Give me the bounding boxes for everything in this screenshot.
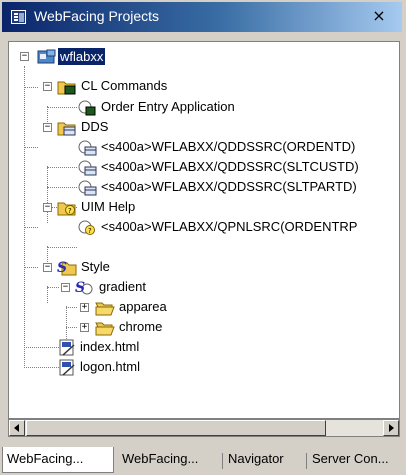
dds-member-icon xyxy=(78,140,97,156)
dds-member-icon xyxy=(78,180,97,196)
tree-item-apparea[interactable]: + apparea xyxy=(9,297,399,317)
arrow-left-icon xyxy=(14,424,19,432)
tree-item-gradient[interactable]: − S gradient xyxy=(9,277,399,297)
collapse-icon[interactable]: − xyxy=(43,263,52,272)
tree-item-label: DDS xyxy=(81,119,109,134)
uim-member-icon: ? xyxy=(78,220,95,235)
tree-item-cl-commands[interactable]: − CL Commands xyxy=(9,76,399,96)
tree-item-label: logon.html xyxy=(80,359,140,374)
tree-item-label: Style xyxy=(81,259,110,274)
close-icon[interactable]: × xyxy=(370,7,388,25)
collapse-icon[interactable]: − xyxy=(43,123,52,132)
tree-connector xyxy=(47,247,77,248)
tree-item-label: index.html xyxy=(80,339,140,354)
arrow-right-icon xyxy=(389,424,394,432)
svg-text:S: S xyxy=(57,260,67,276)
scroll-right-button[interactable] xyxy=(383,420,399,436)
svg-text:?: ? xyxy=(68,207,72,215)
tree-item-uim-help[interactable]: − ? UIM Help xyxy=(9,197,399,217)
tree-item-label: <s400a>WFLABXX/QDDSSRC(SLTCUSTD) xyxy=(101,159,359,174)
html-file-icon xyxy=(59,359,75,376)
tree-item-dds-member[interactable]: <s400a>WFLABXX/QDDSSRC(SLTCUSTD) xyxy=(9,157,399,177)
dds-member-icon xyxy=(78,160,97,176)
tree-item-dds-member[interactable]: <s400a>WFLABXX/QDDSSRC(SLTPARTD) xyxy=(9,177,399,197)
view-title: WebFacing Projects xyxy=(34,8,160,24)
svg-text:?: ? xyxy=(88,227,92,235)
folder-icon xyxy=(95,302,115,316)
tree-item-label: apparea xyxy=(119,299,167,314)
tab-separator xyxy=(306,453,307,469)
view-title-bar[interactable]: WebFacing Projects × xyxy=(2,2,402,32)
folder-icon xyxy=(95,322,115,336)
uim-folder-icon: ? xyxy=(57,202,76,216)
collapse-icon[interactable]: − xyxy=(61,283,70,292)
tab-navigator[interactable]: Navigator xyxy=(224,447,306,473)
tree-item-uim-member[interactable]: ? <s400a>WFLABXX/QPNLSRC(ORDENTRP xyxy=(9,217,399,237)
cl-command-icon xyxy=(78,100,96,116)
tree-item-dds-member[interactable]: <s400a>WFLABXX/QDDSSRC(ORDENTD) xyxy=(9,137,399,157)
tree-item-style[interactable]: − S Style xyxy=(9,257,399,277)
tree-item-dds[interactable]: − DDS xyxy=(9,117,399,137)
tab-separator xyxy=(222,453,223,469)
tree-item-label: wflabxx xyxy=(58,48,106,65)
cl-folder-icon xyxy=(57,81,76,95)
style-icon: S xyxy=(75,280,93,296)
html-file-icon xyxy=(59,339,75,356)
tree-item-label: chrome xyxy=(119,319,163,334)
tree-item-project[interactable]: − wflabxx xyxy=(9,46,399,66)
tree-item-index-html[interactable]: index.html xyxy=(9,337,399,357)
tree-item-label: Order Entry Application xyxy=(101,99,235,114)
svg-text:S: S xyxy=(75,280,85,296)
tab-server-configuration[interactable]: Server Con... xyxy=(308,447,402,473)
tree-item-label: <s400a>WFLABXX/QPNLSRC(ORDENTRP xyxy=(101,219,358,234)
tree-item-order-entry[interactable]: Order Entry Application xyxy=(9,97,399,117)
project-icon xyxy=(37,49,56,64)
tree-item-label: CL Commands xyxy=(81,78,168,93)
dds-folder-icon xyxy=(57,122,76,136)
webfacing-projects-view: WebFacing Projects × − wflabxx − CL Comm… xyxy=(2,2,402,473)
tree-item-label: gradient xyxy=(99,279,146,294)
tab-webfacing-2[interactable]: WebFacing... xyxy=(118,447,222,473)
tree-item-chrome[interactable]: + chrome xyxy=(9,317,399,337)
collapse-icon[interactable]: − xyxy=(43,203,52,212)
horizontal-scrollbar[interactable] xyxy=(8,419,400,437)
view-tab-bar: WebFacing... WebFacing... Navigator Serv… xyxy=(2,447,404,475)
collapse-icon[interactable]: − xyxy=(43,82,52,91)
collapse-icon[interactable]: − xyxy=(20,52,29,61)
expand-icon[interactable]: + xyxy=(80,323,89,332)
tree-item-label: <s400a>WFLABXX/QDDSSRC(ORDENTD) xyxy=(101,139,356,154)
style-folder-icon: S xyxy=(57,260,77,276)
view-icon xyxy=(11,10,26,24)
expand-icon[interactable]: + xyxy=(80,303,89,312)
scroll-left-button[interactable] xyxy=(9,420,25,436)
project-tree[interactable]: − wflabxx − CL Commands Order Entry Appl… xyxy=(8,41,400,419)
scrollbar-thumb[interactable] xyxy=(26,420,326,436)
tab-webfacing-projects[interactable]: WebFacing... xyxy=(2,447,114,473)
tree-item-label: UIM Help xyxy=(81,199,136,214)
tree-item-label: <s400a>WFLABXX/QDDSSRC(SLTPARTD) xyxy=(101,179,357,194)
tree-item-logon-html[interactable]: logon.html xyxy=(9,357,399,377)
